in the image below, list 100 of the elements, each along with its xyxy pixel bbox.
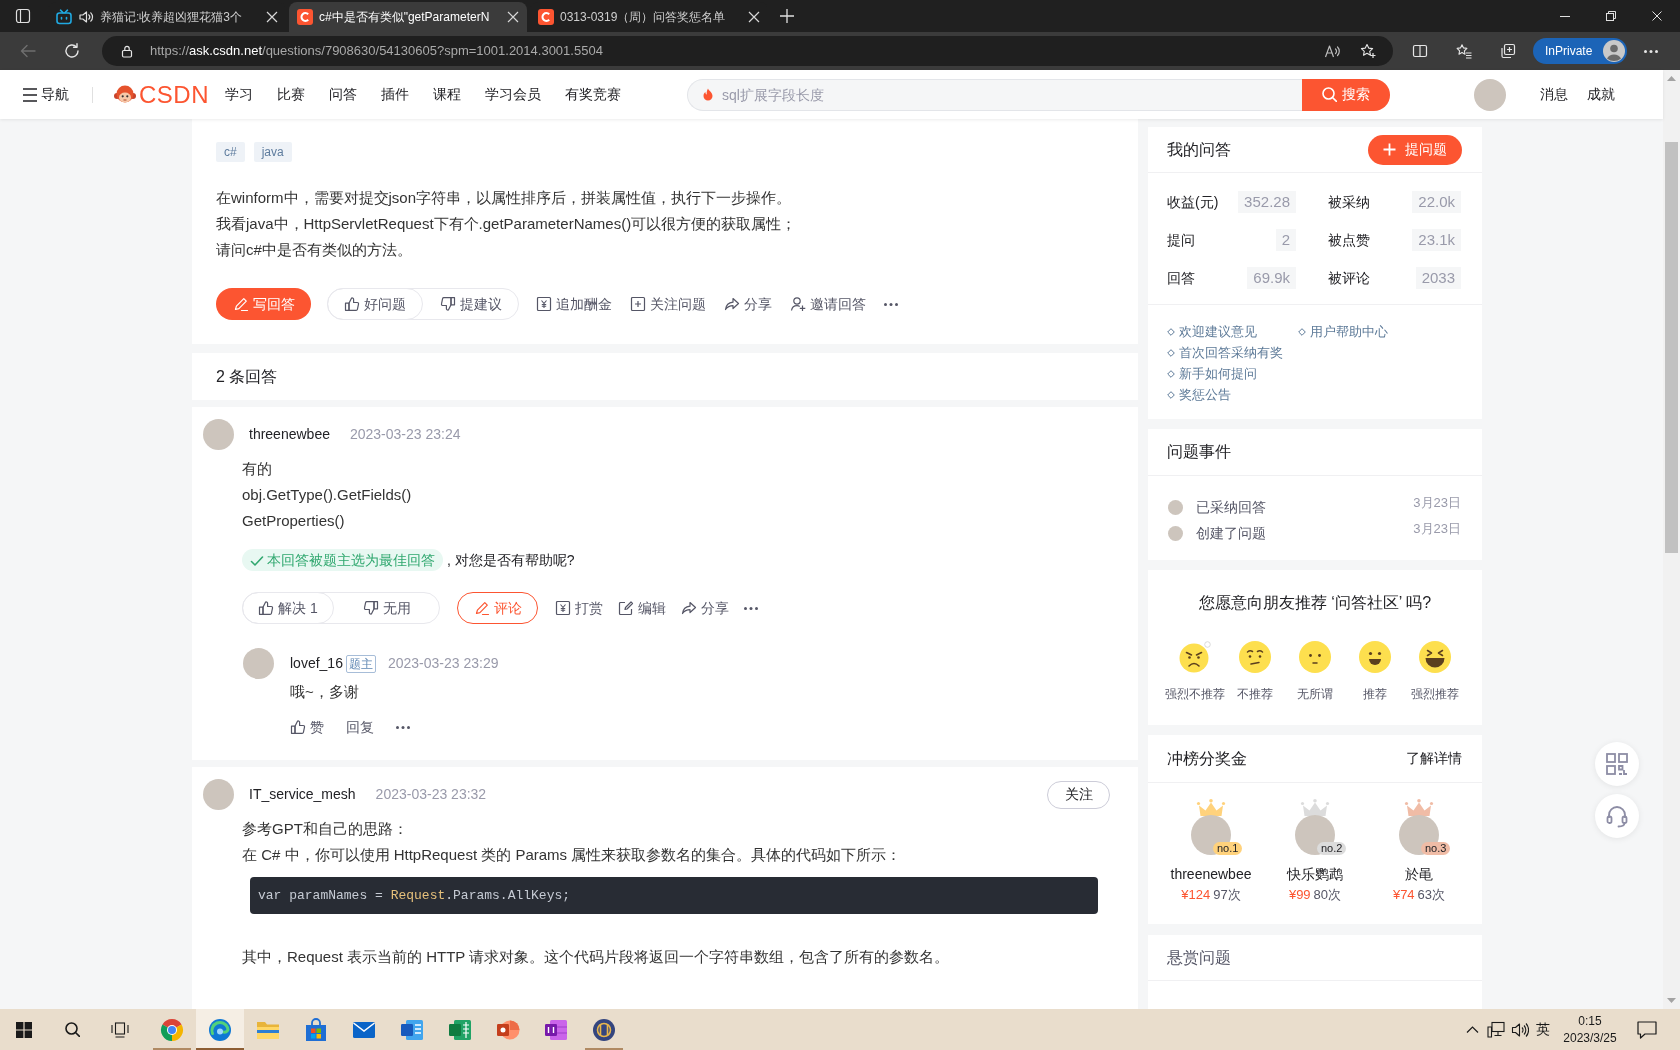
nav-link[interactable]: 插件 — [381, 84, 409, 105]
username[interactable]: lovef_16 — [290, 653, 343, 674]
speaker-icon[interactable] — [78, 9, 94, 25]
help-link[interactable]: 首次回答采纳有奖 — [1167, 342, 1298, 363]
share-button[interactable]: 分享 — [681, 597, 729, 619]
restore-icon[interactable] — [1606, 11, 1616, 21]
inprivate-button[interactable]: InPrivate — [1533, 38, 1627, 64]
more-icon[interactable] — [396, 725, 410, 729]
add-bounty-button[interactable]: 追加酬金 — [536, 293, 612, 315]
prize-amount: ¥124 — [1181, 886, 1211, 904]
crown-icon — [1404, 799, 1434, 816]
downvote-button[interactable]: 无用 — [334, 597, 439, 619]
money-icon — [536, 296, 552, 312]
share-icon — [724, 296, 740, 312]
add-favorite-icon[interactable] — [1360, 43, 1376, 59]
reply-button[interactable]: 回复 — [346, 716, 374, 738]
clock-time[interactable]: 0:15 — [1578, 1012, 1602, 1030]
tip-button[interactable]: 打赏 — [555, 597, 603, 619]
thumbs-down-icon — [362, 600, 379, 616]
collections-icon[interactable] — [1500, 43, 1516, 59]
help-link[interactable]: 新手如何提问 — [1167, 363, 1298, 384]
stat-label: 被点赞 — [1328, 230, 1370, 250]
more-icon[interactable] — [1644, 49, 1658, 53]
help-link[interactable]: 欢迎建议意见 — [1167, 321, 1298, 342]
read-aloud-icon[interactable] — [1324, 43, 1340, 59]
close-icon[interactable] — [748, 11, 760, 23]
clock-date[interactable]: 2023/3/25 — [1563, 1029, 1617, 1047]
like-button[interactable]: 赞 — [290, 716, 324, 738]
circle-logo-icon — [592, 1017, 616, 1042]
nav-link[interactable]: 问答 — [329, 84, 357, 105]
close-icon[interactable] — [507, 11, 519, 23]
tag[interactable]: java — [253, 142, 292, 162]
split-screen-icon[interactable] — [1412, 43, 1428, 59]
more-icon[interactable] — [884, 302, 898, 306]
rating-option[interactable]: 强烈不推荐 — [1165, 641, 1225, 702]
avatar — [1168, 525, 1183, 541]
menu-button[interactable]: 导航 — [22, 84, 69, 105]
scrollbar[interactable] — [1663, 70, 1680, 1009]
search-field[interactable]: sql扩展字段长度 — [687, 78, 1302, 111]
invite-answer-button[interactable]: 邀请回答 — [790, 293, 866, 315]
answer-text: 在 C# 中，你可以使用 HttpRequest 类的 Params 属性来获取参数名的集合。具体的代码如下所示： — [242, 845, 903, 865]
follow-question-button[interactable]: 关注问题 — [630, 293, 706, 315]
help-link[interactable]: 奖惩公告 — [1167, 384, 1298, 405]
nav-link[interactable]: 成就 — [1587, 84, 1615, 105]
downvote-button[interactable]: 提建议 — [423, 293, 518, 315]
tab-actions-icon[interactable] — [15, 8, 31, 24]
card-title: 悬赏问题 — [1167, 947, 1231, 968]
diamond-icon — [1167, 390, 1175, 399]
username[interactable]: IT_service_mesh — [249, 784, 356, 805]
lock-icon[interactable] — [120, 44, 134, 58]
document-icon — [400, 1017, 424, 1042]
customer-service-button[interactable] — [1595, 794, 1639, 838]
username[interactable]: threenewbee — [249, 424, 330, 445]
worried-face-icon — [1239, 641, 1271, 673]
close-icon[interactable] — [266, 11, 278, 23]
thumbs-up-icon — [290, 719, 306, 735]
leader-name[interactable]: 於黾 — [1405, 865, 1433, 883]
more-icon[interactable] — [744, 606, 758, 610]
nav-link[interactable]: 有奖竞赛 — [565, 84, 621, 105]
event-text: 创建了问题 — [1196, 523, 1266, 543]
leader-name[interactable]: threenewbee — [1170, 865, 1252, 883]
rating-option[interactable]: 强烈推荐 — [1405, 641, 1465, 702]
qr-code-button[interactable] — [1595, 742, 1639, 786]
question-text: 我看java中，HttpServletRequest下有个.getParameterNames()可以很方便的获取属性； — [216, 214, 798, 234]
nav-link[interactable]: 学习会员 — [485, 84, 541, 105]
scrollbar-thumb[interactable] — [1665, 142, 1678, 553]
address-bar[interactable]: https://ask.csdn.net/questions/7908630/54130605?spm=1001.2014.3001.5504 — [102, 36, 1393, 66]
answer-count: 63次 — [1417, 886, 1446, 904]
rating-option[interactable]: 无所谓 — [1285, 641, 1345, 702]
taskbar-button[interactable] — [196, 1009, 244, 1050]
favorites-icon[interactable] — [1456, 43, 1472, 59]
tag[interactable]: c# — [216, 142, 245, 162]
share-button[interactable]: 分享 — [724, 293, 772, 315]
rating-option[interactable]: 推荐 — [1345, 641, 1405, 702]
rating-option[interactable]: 不推荐 — [1225, 641, 1285, 702]
nav-link[interactable]: 课程 — [433, 84, 461, 105]
nav-link[interactable]: 消息 — [1540, 84, 1568, 105]
help-link[interactable]: 用户帮助中心 — [1298, 321, 1429, 342]
tv-icon — [56, 9, 72, 25]
plus-icon[interactable] — [780, 9, 794, 23]
neutral-face-icon — [1299, 641, 1331, 673]
volume-icon[interactable] — [1511, 1020, 1529, 1039]
refresh-icon[interactable] — [63, 42, 81, 60]
close-icon[interactable] — [1652, 11, 1662, 21]
stat-value: 22.0k — [1412, 191, 1461, 213]
notification-icon[interactable] — [1637, 1020, 1657, 1039]
leader-name[interactable]: 快乐鹦鹉 — [1287, 865, 1343, 883]
chevron-up-icon[interactable] — [1465, 1025, 1479, 1034]
edit-button[interactable]: 编辑 — [618, 597, 666, 619]
plus-square-icon — [630, 296, 646, 312]
nav-link[interactable]: 学习 — [225, 84, 253, 105]
question-text: 在winform中，需要对提交json字符串，以属性排序后，拼装属性值，执行下一步操作。 — [216, 188, 793, 208]
details-link[interactable]: 了解详情 — [1406, 748, 1462, 769]
network-icon[interactable] — [1487, 1021, 1505, 1038]
event-date: 3月23日 — [1413, 520, 1461, 539]
browser-tab[interactable]: c#中是否有类似"getParameterN — [289, 2, 527, 32]
input-method-indicator[interactable]: 英 — [1536, 1019, 1550, 1040]
diamond-icon — [1167, 327, 1175, 336]
minimize-icon[interactable] — [1560, 15, 1570, 17]
nav-link[interactable]: 比赛 — [277, 84, 305, 105]
